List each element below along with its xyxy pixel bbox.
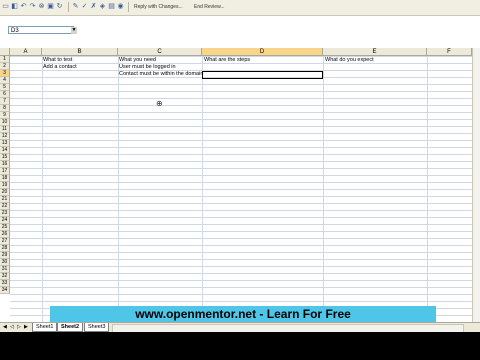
cell-b2[interactable]: Add a contact	[43, 64, 77, 71]
sheet-tabs-bar: ◀ ◁ ▷ ▶ Sheet1 Sheet2 Sheet3	[0, 322, 480, 332]
row-header-4[interactable]: 4	[0, 77, 10, 84]
row-header-31[interactable]: 31	[0, 266, 10, 273]
row-header-19[interactable]: 19	[0, 182, 10, 189]
row-header-12[interactable]: 12	[0, 133, 10, 140]
row-header-5[interactable]: 5	[0, 84, 10, 91]
row-header-33[interactable]: 33	[0, 280, 10, 287]
chevron-down-icon[interactable]: ▼	[71, 27, 77, 34]
row-header-11[interactable]: 11	[0, 126, 10, 133]
row-header-8[interactable]: 8	[0, 105, 10, 112]
first-sheet-icon[interactable]: ◀	[3, 324, 7, 330]
refresh-icon[interactable]: ↻	[56, 3, 63, 10]
column-header-b[interactable]: B	[42, 48, 118, 56]
grid-line	[427, 56, 428, 322]
cell-d1[interactable]: What are the steps	[204, 57, 250, 64]
select-all-corner[interactable]	[0, 48, 10, 56]
prev-sheet-icon[interactable]: ◁	[10, 324, 14, 330]
row-header-30[interactable]: 30	[0, 259, 10, 266]
grid-line	[118, 56, 119, 322]
row-header-7[interactable]: 7	[0, 98, 10, 105]
spreadsheet-window: ▭ ◧ ↶ ↷ ⊗ ▣ ↻ ✎ ✓ ✗ ◈ ▤ ◉ Reply with Cha…	[0, 0, 480, 332]
row-header-34[interactable]: 34	[0, 287, 10, 294]
protect-icon[interactable]: ◉	[117, 3, 124, 10]
column-header-d[interactable]: D	[202, 48, 323, 56]
row-header-21[interactable]: 21	[0, 196, 10, 203]
link-icon[interactable]: ⊗	[38, 3, 45, 10]
selected-cell-d3[interactable]	[202, 71, 323, 79]
comment-icon[interactable]: ▣	[47, 3, 54, 10]
row-header-24[interactable]: 24	[0, 217, 10, 224]
row-header-16[interactable]: 16	[0, 161, 10, 168]
row-header-10[interactable]: 10	[0, 119, 10, 126]
last-sheet-icon[interactable]: ▶	[24, 324, 28, 330]
row-header-23[interactable]: 23	[0, 210, 10, 217]
toolbar-separator	[128, 2, 129, 12]
promo-banner: www.openmentor.net - Learn For Free	[50, 306, 436, 322]
row-header-9[interactable]: 9	[0, 112, 10, 119]
highlight-icon[interactable]: ▤	[108, 3, 115, 10]
mouse-cursor-icon: ⊕	[156, 99, 163, 108]
name-box[interactable]: D3	[8, 26, 74, 34]
toolbar-separator	[68, 2, 69, 12]
accept-icon[interactable]: ✓	[81, 3, 88, 10]
cell-c1[interactable]: What you need	[119, 57, 156, 64]
column-header-e[interactable]: E	[323, 48, 427, 56]
sheet-tab-3[interactable]: Sheet3	[84, 323, 110, 332]
row-header-13[interactable]: 13	[0, 140, 10, 147]
row-header-1[interactable]: 1	[0, 56, 10, 63]
grid-line	[42, 56, 43, 322]
column-header-c[interactable]: C	[118, 48, 202, 56]
row-header-22[interactable]: 22	[0, 203, 10, 210]
row-header-3[interactable]: 3	[0, 70, 10, 77]
row-header-2[interactable]: 2	[0, 63, 10, 70]
banner-text: www.openmentor.net - Learn For Free	[135, 307, 351, 321]
track-icon[interactable]: ✎	[72, 3, 79, 10]
sheet-tab-1[interactable]: Sheet1	[32, 323, 58, 332]
row-header-28[interactable]: 28	[0, 245, 10, 252]
column-header-a[interactable]: A	[10, 48, 42, 56]
cell-b1[interactable]: What to test	[43, 57, 72, 64]
row-header-17[interactable]: 17	[0, 168, 10, 175]
reply-with-changes-button[interactable]: Reply with Changes...	[132, 2, 185, 12]
cell-c2[interactable]: User must be logged in	[119, 64, 176, 71]
cell-grid[interactable]	[10, 56, 480, 322]
next-sheet-icon[interactable]: ▷	[17, 324, 21, 330]
cell-c3[interactable]: Contact must be within the domain	[119, 71, 203, 78]
grid-line	[202, 56, 203, 322]
vertical-scrollbar[interactable]	[472, 48, 480, 322]
cell-e1[interactable]: What do you expect	[325, 57, 374, 64]
row-header-6[interactable]: 6	[0, 91, 10, 98]
row-header-27[interactable]: 27	[0, 238, 10, 245]
row-header-20[interactable]: 20	[0, 189, 10, 196]
horizontal-scrollbar[interactable]	[112, 324, 464, 332]
row-header-25[interactable]: 25	[0, 224, 10, 231]
row-header-18[interactable]: 18	[0, 175, 10, 182]
review-icon[interactable]: ◈	[99, 3, 106, 10]
end-review-button[interactable]: End Review...	[192, 2, 227, 12]
column-header-f[interactable]: F	[427, 48, 472, 56]
row-header-29[interactable]: 29	[0, 252, 10, 259]
open-icon[interactable]: ◧	[11, 3, 18, 10]
redo-icon[interactable]: ↷	[29, 3, 36, 10]
row-header-14[interactable]: 14	[0, 147, 10, 154]
undo-icon[interactable]: ↶	[20, 3, 27, 10]
row-header-32[interactable]: 32	[0, 273, 10, 280]
reject-icon[interactable]: ✗	[90, 3, 97, 10]
toolbar: ▭ ◧ ↶ ↷ ⊗ ▣ ↻ ✎ ✓ ✗ ◈ ▤ ◉ Reply with Cha…	[0, 0, 480, 16]
sheet-tab-2[interactable]: Sheet2	[57, 323, 84, 332]
grid-line	[323, 56, 324, 322]
row-header-26[interactable]: 26	[0, 231, 10, 238]
new-icon[interactable]: ▭	[2, 3, 9, 10]
row-header-15[interactable]: 15	[0, 154, 10, 161]
